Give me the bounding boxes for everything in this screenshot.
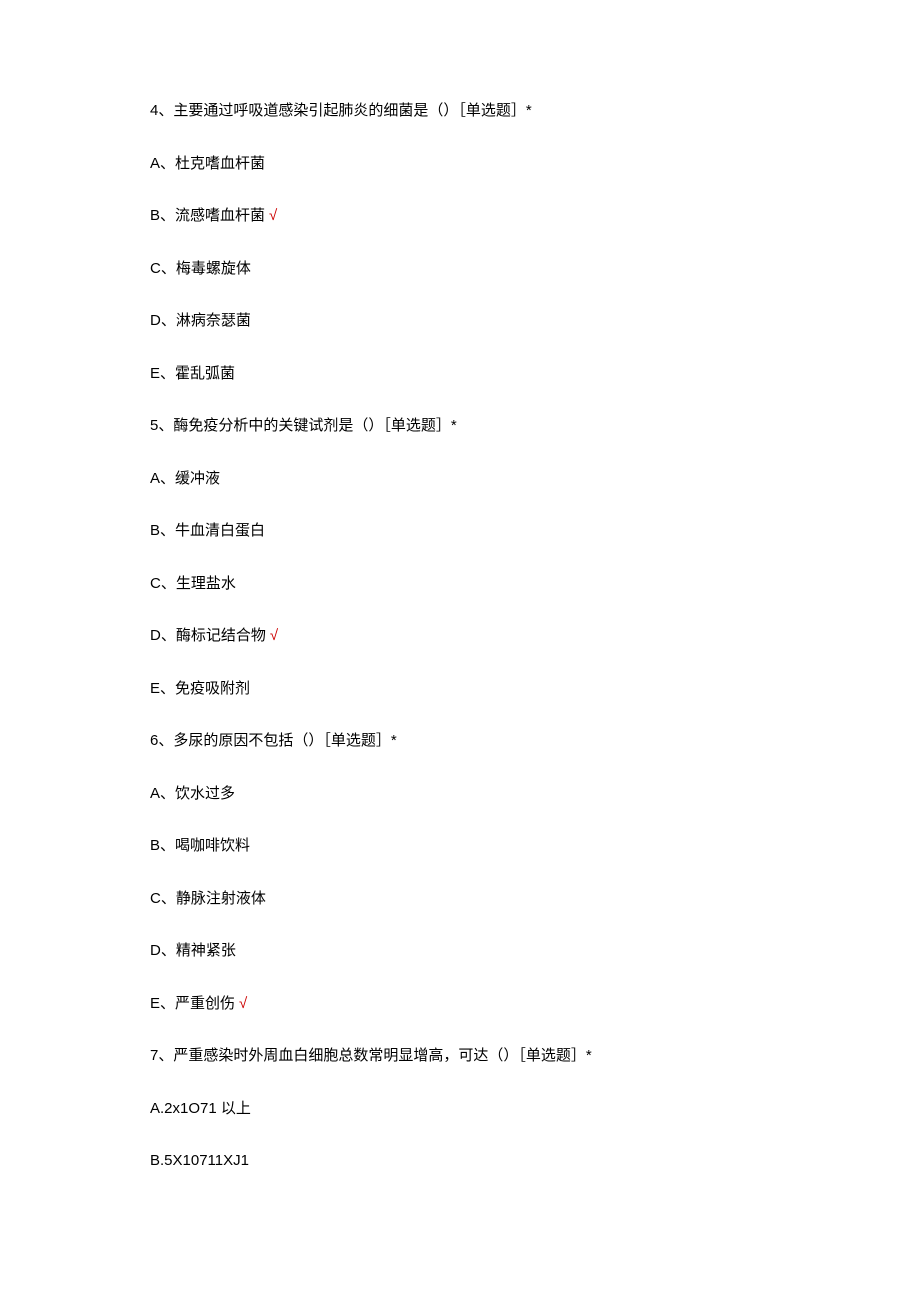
question-stem: 7、严重感染时外周血白细胞总数常明显增高，可达（）［单选题］* (150, 1045, 770, 1068)
option-text: C、梅毒螺旋体 (150, 260, 251, 277)
option-text: C、生理盐水 (150, 575, 236, 592)
option: D、酶标记结合物√ (150, 625, 770, 648)
option: D、淋病奈瑟菌 (150, 310, 770, 333)
option: C、梅毒螺旋体 (150, 258, 770, 281)
option-text: D、酶标记结合物 (150, 627, 266, 644)
option-text: D、淋病奈瑟菌 (150, 312, 251, 329)
question-stem: 4、主要通过呼吸道感染引起肺炎的细菌是（）［单选题］* (150, 100, 770, 123)
option: E、霍乱弧菌 (150, 363, 770, 386)
option-text: A.2x1O71 以上 (150, 1100, 251, 1117)
checkmark-icon: √ (270, 627, 278, 644)
option: E、严重创伤√ (150, 993, 770, 1016)
option: B.5X10711XJ1 (150, 1150, 770, 1173)
option: C、生理盐水 (150, 573, 770, 596)
option: A、杜克嗜血杆菌 (150, 153, 770, 176)
option: C、静脉注射液体 (150, 888, 770, 911)
option-text: A、杜克嗜血杆菌 (150, 155, 265, 172)
option-text: E、免疫吸附剂 (150, 680, 250, 697)
option-text: B.5X10711XJ1 (150, 1152, 249, 1169)
option-text: D、精神紧张 (150, 942, 236, 959)
checkmark-icon: √ (269, 207, 277, 224)
option-text: B、喝咖啡饮料 (150, 837, 250, 854)
option: D、精神紧张 (150, 940, 770, 963)
option-text: B、流感嗜血杆菌 (150, 207, 265, 224)
option: B、喝咖啡饮料 (150, 835, 770, 858)
option-text: C、静脉注射液体 (150, 890, 266, 907)
option-text: A、缓冲液 (150, 470, 220, 487)
question-stem: 6、多尿的原因不包括（）［单选题］* (150, 730, 770, 753)
option: E、免疫吸附剂 (150, 678, 770, 701)
option-text: A、饮水过多 (150, 785, 235, 802)
option: B、牛血清白蛋白 (150, 520, 770, 543)
option-text: E、严重创伤 (150, 995, 235, 1012)
option: A、饮水过多 (150, 783, 770, 806)
option: A、缓冲液 (150, 468, 770, 491)
option: B、流感嗜血杆菌√ (150, 205, 770, 228)
option: A.2x1O71 以上 (150, 1098, 770, 1121)
document-content: 4、主要通过呼吸道感染引起肺炎的细菌是（）［单选题］* A、杜克嗜血杆菌 B、流… (150, 100, 770, 1173)
option-text: E、霍乱弧菌 (150, 365, 235, 382)
option-text: B、牛血清白蛋白 (150, 522, 265, 539)
checkmark-icon: √ (239, 995, 247, 1012)
question-stem: 5、酶免疫分析中的关键试剂是（）［单选题］* (150, 415, 770, 438)
